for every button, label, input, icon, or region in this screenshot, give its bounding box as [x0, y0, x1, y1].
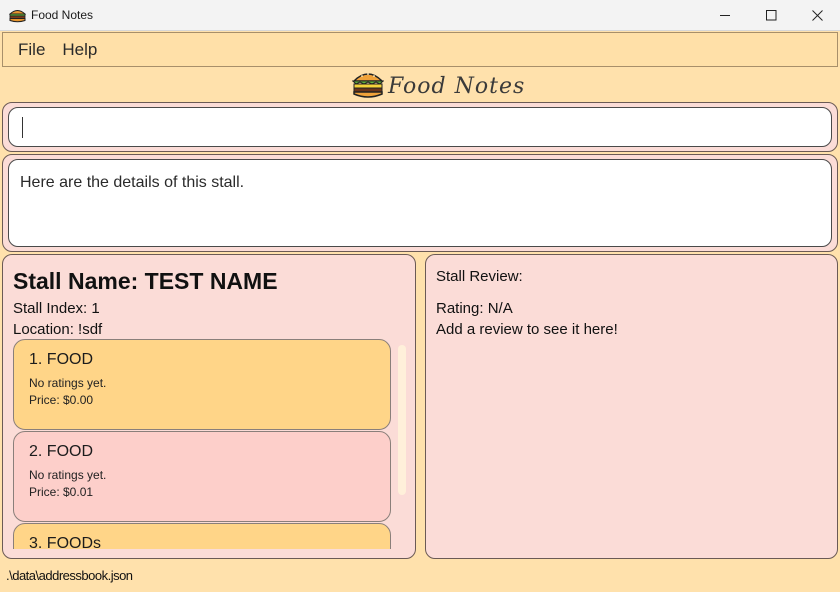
menu-bar: File Help: [2, 32, 838, 67]
list-item[interactable]: 1. FOOD No ratings yet. Price: $0.00: [13, 339, 391, 430]
maximize-button[interactable]: [748, 0, 794, 31]
list-item[interactable]: 2. FOOD No ratings yet. Price: $0.01: [13, 431, 391, 522]
result-display: Here are the details of this stall.: [8, 159, 832, 247]
window-controls: [702, 0, 840, 31]
text-caret: [22, 117, 23, 138]
stall-name: Stall Name: TEST NAME: [13, 268, 278, 294]
food-title: 1. FOOD: [29, 351, 94, 368]
minimize-button[interactable]: [702, 0, 748, 31]
food-title: 3. FOODs: [29, 535, 102, 549]
close-icon: [811, 10, 823, 21]
food-rating: No ratings yet.: [29, 376, 107, 390]
close-button[interactable]: [794, 0, 840, 31]
stall-review-panel: Stall Review: Rating: N/A Add a review t…: [425, 254, 838, 559]
title-bar: Food Notes: [0, 0, 840, 31]
command-input[interactable]: [8, 107, 832, 147]
scroll-thumb[interactable]: [398, 345, 406, 495]
review-rating: Rating: N/A: [436, 300, 513, 317]
food-title: 2. FOOD: [29, 443, 94, 460]
app-logo: Food Notes: [351, 69, 526, 104]
result-display-panel: Here are the details of this stall.: [2, 154, 838, 252]
menu-file[interactable]: File: [18, 40, 45, 60]
stall-location: Location: !sdf: [13, 321, 103, 338]
food-price: Price: $0.01: [29, 485, 94, 499]
menu-help[interactable]: Help: [62, 40, 97, 60]
list-item[interactable]: 3. FOODs: [13, 523, 391, 549]
command-box-panel: [2, 102, 838, 152]
stall-details-panel: Stall Name: TEST NAME Stall Index: 1 Loc…: [2, 254, 416, 559]
stall-index: Stall Index: 1: [13, 300, 100, 317]
review-heading: Stall Review:: [436, 268, 523, 285]
status-bar-path: .\data\addressbook.json: [6, 568, 133, 583]
burger-icon: [351, 69, 385, 104]
logo-text: Food Notes: [388, 73, 526, 99]
menu-list-scrollbar[interactable]: [397, 341, 407, 549]
minimize-icon: [719, 15, 730, 16]
burger-icon: [8, 8, 27, 23]
menu-item-list[interactable]: 1. FOOD No ratings yet. Price: $0.00 2. …: [13, 339, 407, 549]
food-price: Price: $0.00: [29, 393, 94, 407]
maximize-icon: [765, 10, 776, 21]
food-rating: No ratings yet.: [29, 468, 107, 482]
review-text: Add a review to see it here!: [436, 321, 618, 338]
window-title: Food Notes: [31, 8, 94, 22]
